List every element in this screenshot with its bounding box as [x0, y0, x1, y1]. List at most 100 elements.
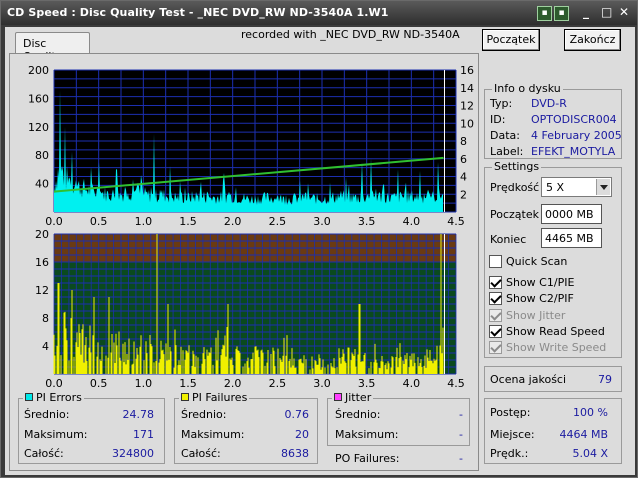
- disc-type-label: Typ:: [490, 97, 513, 110]
- pi-errors-chart: 200 160 120 80 40 16 14 12 10 8 6 4 2 0.0 0.5 1.0 1.5 2.0…: [28, 64, 474, 228]
- y-tick-right: 4: [460, 171, 467, 184]
- start-pos-field[interactable]: 0000 MB: [541, 204, 602, 224]
- y-tick-left: 40: [35, 178, 49, 191]
- pie-total-label: Całość:: [24, 447, 64, 460]
- x-tick: 0.0: [45, 377, 63, 390]
- pi-errors-title: PI Errors: [23, 392, 84, 404]
- disc-date-value: 4 February 2005: [531, 129, 622, 142]
- pif-avg-value: 0.76: [284, 408, 310, 421]
- show-write-speed-checkbox[interactable]: Show Write Speed: [489, 341, 619, 355]
- y-tick-right: 8: [460, 135, 467, 148]
- jitter-title-text: Jitter: [345, 391, 372, 404]
- x-tick: 3.5: [358, 215, 376, 228]
- y-tick-right: 6: [460, 153, 467, 166]
- pi-failures-title: PI Failures: [179, 391, 250, 404]
- y-tick: 4: [42, 340, 49, 353]
- y-tick-right: 16: [460, 64, 474, 77]
- show-pie-checkbox[interactable]: Show C1/PIE: [489, 276, 619, 290]
- y-tick-right: 2: [460, 188, 467, 201]
- pi-failures-chart: 20 16 12 8 4 0.0 0.5 1.0 1.5 2.0 2.5 3.0 3.5 4.0 4.5: [35, 228, 465, 390]
- checkbox-label: Show Read Speed: [506, 325, 605, 338]
- pie-avg-label: Średnio:: [24, 408, 70, 421]
- speed-label: Prędkość: [490, 181, 540, 194]
- checkbox-label: Show C1/PIE: [506, 276, 575, 289]
- jitter-avg-value: -: [459, 408, 463, 421]
- x-tick: 4.0: [403, 215, 421, 228]
- progress-label: Postęp:: [490, 406, 531, 419]
- po-failures-label: PO Failures:: [335, 452, 400, 465]
- y-tick: 20: [35, 228, 49, 241]
- y-tick-left: 200: [28, 64, 49, 77]
- position-value: 4464 MB: [559, 428, 608, 441]
- quality-score-label: Ocena jakości: [490, 373, 567, 386]
- x-tick: 3.0: [313, 215, 331, 228]
- po-failures-value: -: [459, 452, 463, 465]
- position-label: Miejsce:: [490, 428, 535, 441]
- x-tick: 2.0: [224, 377, 242, 390]
- pie-total-value: 324800: [112, 447, 154, 460]
- checkbox-label: Show C2/PIF: [506, 292, 574, 305]
- y-tick-right: 10: [460, 117, 474, 130]
- speed-readout-value: 5.04 X: [572, 447, 608, 460]
- x-tick: 1.0: [135, 377, 153, 390]
- jitter-max-label: Maksimum:: [335, 428, 399, 441]
- jitter-swatch: [334, 393, 342, 401]
- chevron-down-icon[interactable]: [596, 179, 610, 195]
- start-button[interactable]: Początek: [482, 29, 540, 51]
- checkbox-label: Show Write Speed: [506, 341, 607, 354]
- disc-date-label: Data:: [490, 129, 520, 142]
- jitter-avg-label: Średnio:: [335, 408, 381, 421]
- y-tick-right: 12: [460, 100, 474, 113]
- y-tick-left: 120: [28, 121, 49, 134]
- show-jitter-checkbox[interactable]: Show Jitter: [489, 309, 619, 323]
- pi-failures-title-text: PI Failures: [192, 391, 248, 404]
- jitter-title: Jitter: [332, 391, 374, 404]
- pif-total-value: 8638: [281, 447, 309, 460]
- end-button[interactable]: Zakończ: [564, 29, 621, 51]
- x-tick: 2.0: [224, 215, 242, 228]
- checkbox-box[interactable]: [489, 255, 502, 268]
- disc-label-label: Label:: [490, 145, 524, 158]
- y-tick: 12: [35, 284, 49, 297]
- show-pif-checkbox[interactable]: Show C2/PIF: [489, 292, 619, 306]
- end-pos-field[interactable]: 4465 MB: [541, 228, 602, 248]
- pif-max-value: 20: [295, 428, 309, 441]
- y-tick: 8: [42, 312, 49, 325]
- y-tick-left: 80: [35, 149, 49, 162]
- pi-errors-swatch: [25, 393, 33, 401]
- recorded-with-label: recorded with _NEC DVD_RW ND-3540A: [241, 28, 460, 41]
- checkbox-box[interactable]: [489, 276, 502, 289]
- show-read-speed-checkbox[interactable]: Show Read Speed: [489, 325, 619, 339]
- x-tick: 1.5: [179, 215, 197, 228]
- settings-title: Settings: [492, 160, 542, 173]
- x-tick: 0.5: [90, 377, 108, 390]
- y-tick-right: 14: [460, 82, 474, 95]
- start-pos-label: Początek: [490, 208, 539, 221]
- end-pos-label: Koniec: [490, 233, 527, 246]
- quick-scan-checkbox[interactable]: Quick Scan: [489, 255, 619, 269]
- app-window: CD Speed : Disc Quality Test - _NEC DVD_…: [0, 0, 638, 478]
- checkbox-box[interactable]: [489, 325, 502, 338]
- disc-info-title: Info o dysku: [492, 82, 563, 95]
- checkbox-box[interactable]: [489, 292, 502, 305]
- disc-id-label: ID:: [490, 113, 506, 126]
- speed-readout-label: Prędk.:: [490, 447, 529, 460]
- pi-failures-swatch: [181, 393, 189, 401]
- disc-type-value: DVD-R: [531, 97, 567, 110]
- speed-select[interactable]: 5 X: [541, 177, 612, 197]
- disc-label-value: EFEKT_MOTYLA: [531, 145, 616, 158]
- checkbox-box[interactable]: [489, 341, 502, 354]
- pi-errors-title-text: PI Errors: [36, 391, 82, 404]
- checkbox-label: Show Jitter: [506, 309, 566, 322]
- x-tick: 0.5: [90, 215, 108, 228]
- progress-value: 100 %: [573, 406, 608, 419]
- quality-score-value: 79: [598, 373, 612, 386]
- x-tick: 4.5: [447, 215, 465, 228]
- pif-total-label: Całość:: [181, 447, 221, 460]
- checkbox-label: Quick Scan: [506, 255, 568, 268]
- y-tick: 16: [35, 256, 49, 269]
- x-tick: 1.5: [179, 377, 197, 390]
- x-tick: 2.5: [269, 377, 287, 390]
- checkbox-box[interactable]: [489, 309, 502, 322]
- disc-id-value: OPTODISCR004: [531, 113, 617, 126]
